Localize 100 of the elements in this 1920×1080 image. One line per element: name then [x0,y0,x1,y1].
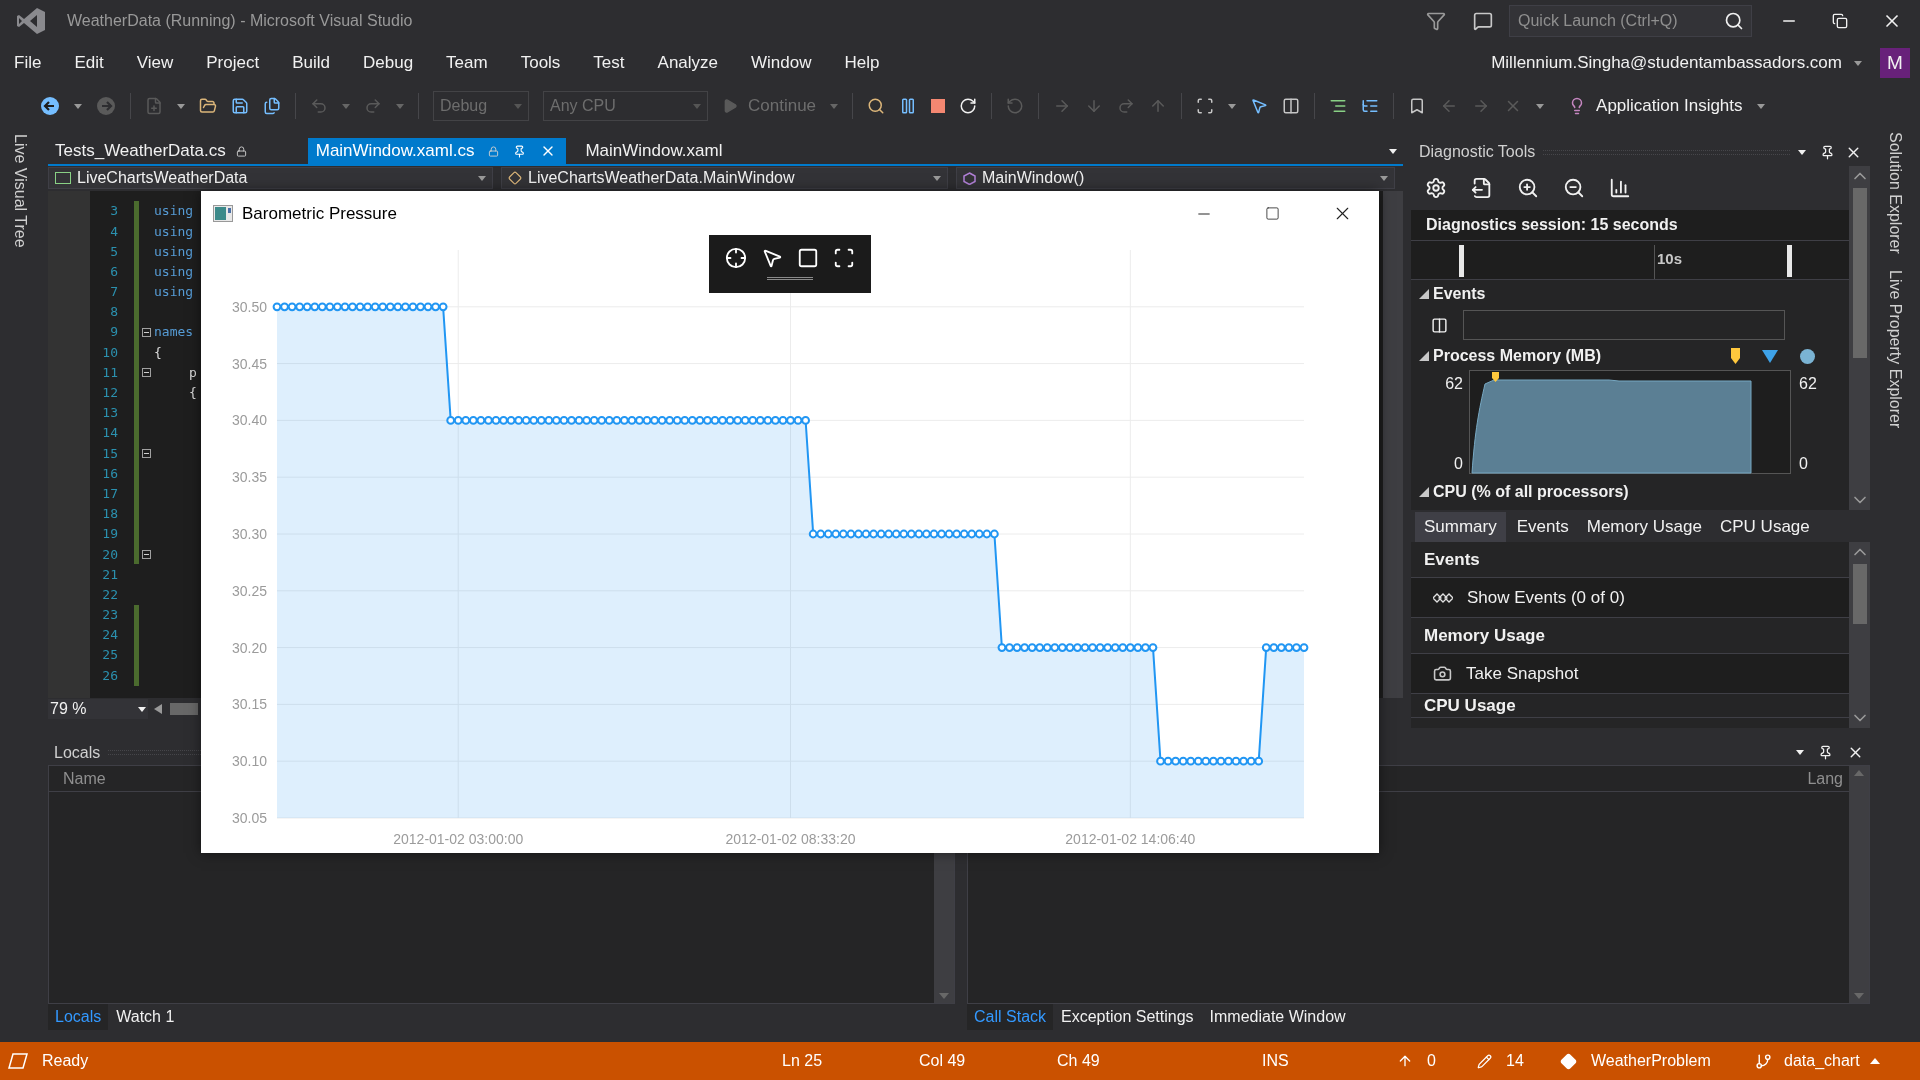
line-indicator: Ln 25 [782,1051,824,1071]
account-email[interactable]: Millennium.Singha@studentambassadors.com [1491,50,1842,76]
changes-button[interactable]: 14 [1477,1049,1560,1073]
status-text: Ready [42,1051,90,1071]
code-text: using [154,202,194,221]
timeline-label: 10s [1657,249,1683,269]
code-text: p [189,363,197,382]
line-number: 7 [109,283,118,302]
line-number: 21 [101,565,118,584]
timeline-ruler[interactable]: 10s [1411,240,1849,280]
line-number: 25 [101,646,118,665]
menu-item[interactable]: Debug [353,46,424,80]
menu-item[interactable]: Window [741,46,822,80]
navigation-dropdown[interactable]: MainWindow() [956,167,1395,189]
side-tab[interactable]: Solution Explorer [1883,132,1907,254]
insert-mode-indicator: INS [1262,1051,1290,1071]
line-number: 15 [101,444,118,463]
line-number: 11 [101,363,118,382]
side-tab[interactable]: Live Visual Tree [4,134,36,248]
panel-title: Diagnostic Tools [1419,142,1536,162]
tab-label: Tests_WeatherData.cs [55,140,226,163]
axis-label: 62 [1799,374,1817,394]
account-avatar[interactable]: M [1880,48,1910,78]
section-heading: Memory Usage [1424,624,1545,647]
quick-launch-field[interactable]: Quick Launch (Ctrl+Q) [1509,5,1752,37]
code-text: using [154,262,194,281]
menu-item[interactable]: Tools [510,46,571,80]
axis-label: 2012-01-02 03:00:00 [393,831,524,847]
axis-label: 30.15 [231,696,267,713]
menu-item[interactable]: View [126,46,184,80]
line-number: 9 [109,323,118,342]
tab[interactable]: Summary [1415,512,1506,542]
section-heading: Events [1424,548,1480,571]
menu-item[interactable]: Analyze [647,46,729,80]
line-number: 23 [101,606,118,625]
axis-label: 30.05 [231,810,267,826]
document-tab[interactable]: Tests_WeatherData.cs [48,138,254,164]
code-text: using [154,283,194,302]
menu-item[interactable]: Team [436,46,498,80]
line-number: 6 [109,262,118,281]
axis-label: 0 [1454,454,1463,474]
line-number: 8 [109,303,118,322]
line-number: 13 [101,404,118,423]
menu-item[interactable]: Edit [64,46,114,80]
menu-item[interactable]: Build [282,46,340,80]
tab-label: MainWindow.xaml.cs [315,140,475,163]
line-number: 22 [101,585,118,604]
side-tab[interactable]: Live Property Explorer [1883,269,1907,429]
axis-label: 30.40 [231,412,267,429]
zoom-dropdown[interactable]: 79 % [48,699,148,719]
code-text: names [154,323,194,342]
tab[interactable]: Immediate Window [1201,1004,1354,1030]
window-title: WeatherData (Running) - Microsoft Visual Studio [67,11,413,31]
axis-label: 30.10 [231,753,267,770]
code-text: { [189,384,197,403]
document-tab[interactable]: MainWindow.xaml [578,138,730,164]
line-number: 16 [101,464,118,483]
line-number: 5 [109,242,118,261]
application-insights-button[interactable]: Application Insights [1568,93,1743,119]
axis-label: 30.50 [231,298,267,315]
line-number: 18 [101,505,118,524]
tab[interactable]: Call Stack [967,1004,1054,1030]
axis-label: 2012-01-02 14:06:40 [1065,831,1196,847]
tab[interactable]: Exception Settings [1053,1004,1202,1030]
column-header[interactable]: Name [63,766,106,791]
navigation-dropdown[interactable]: LiveChartsWeatherData.MainWindow [501,167,948,189]
code-text: { [154,343,162,362]
line-number: 12 [101,384,118,403]
session-label: Diagnostics session: 15 seconds [1426,215,1678,235]
branch-button[interactable]: data_chart [1755,1049,1860,1073]
navigation-dropdown[interactable]: LiveChartsWeatherData [48,167,493,189]
tab[interactable]: Watch 1 [108,1004,183,1030]
axis-label: 30.35 [231,469,267,486]
column-header[interactable]: Lang [1807,766,1843,791]
tab[interactable]: Events [1509,512,1576,542]
menu-item[interactable]: Test [583,46,635,80]
line-number: 19 [101,525,118,544]
section-label: Events [1433,284,1486,304]
axis-label: 0 [1799,454,1808,474]
panel-title: Locals [54,742,101,763]
window-title: Barometric Pressure [242,202,397,225]
column-indicator: Col 49 [919,1051,967,1071]
tab[interactable]: CPU Usage [1713,512,1817,542]
menu-item[interactable]: Project [196,46,270,80]
line-number: 10 [101,343,118,362]
axis-label: 30.45 [231,355,267,372]
line-number: 26 [101,666,118,685]
tab-label: MainWindow.xaml [585,140,723,163]
line-number: 4 [109,222,118,241]
line-number: 24 [101,626,118,645]
publish-button[interactable]: 0 [1397,1049,1477,1073]
axis-label: 30.20 [231,639,267,656]
line-number: 3 [109,202,118,221]
menu-item[interactable]: File [4,46,52,80]
menu-item[interactable]: Help [834,46,890,80]
character-indicator: Ch 49 [1057,1051,1101,1071]
axis-label: 30.30 [231,526,267,542]
tab[interactable]: Locals [48,1004,109,1030]
repository-button[interactable]: WeatherProblem [1560,1049,1755,1073]
tab[interactable]: Memory Usage [1579,512,1709,542]
